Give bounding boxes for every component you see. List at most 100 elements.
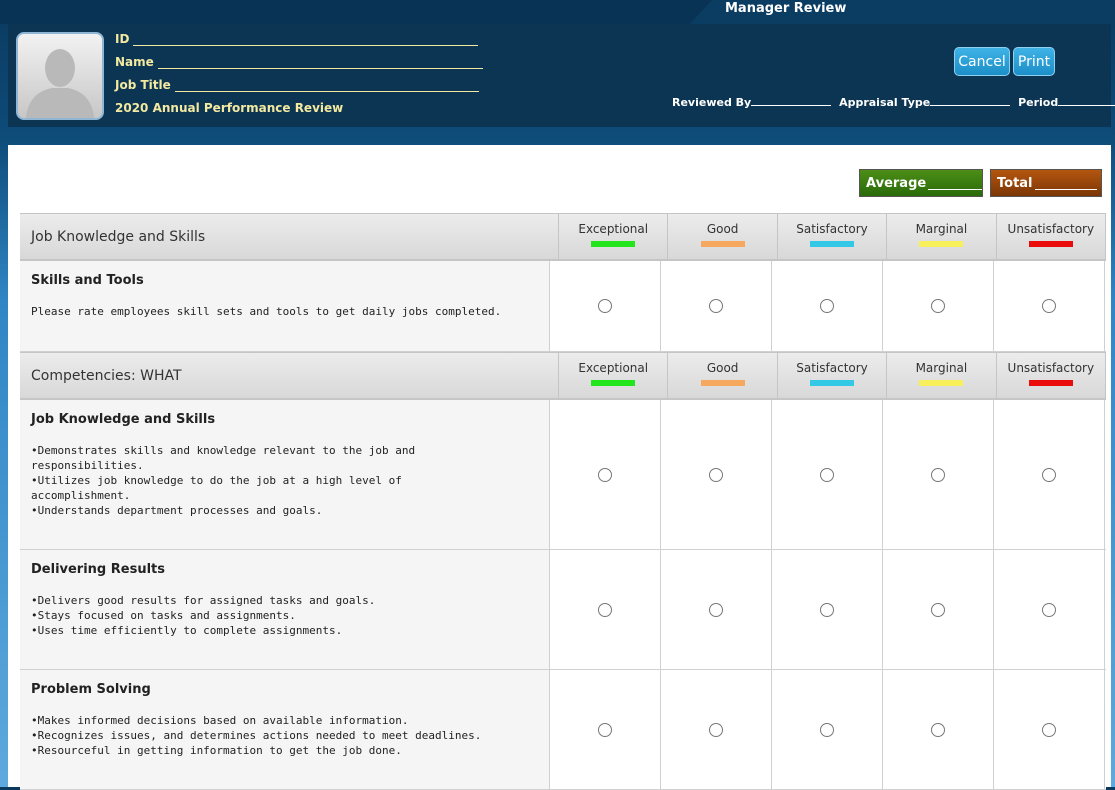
rating-header-satisfactory: Satisfactory — [778, 214, 888, 259]
rating-header-unsatisfactory: Unsatisfactory — [997, 353, 1106, 398]
profile-fields: ID Name Job Title 2020 Annual Performanc… — [115, 32, 483, 124]
criterion-description: Job Knowledge and Skills •Demonstrates sk… — [20, 400, 550, 549]
rating-cell — [661, 261, 772, 351]
rating-label: Good — [706, 222, 739, 236]
section-header-row: Competencies: WHAT Exceptional Good Satisfa… — [20, 352, 1106, 400]
rating-cell — [550, 670, 661, 789]
rating-color-bar — [591, 241, 636, 247]
rating-radio-unsatisfactory[interactable] — [1042, 602, 1056, 617]
rating-grid: Job Knowledge and Skills Exceptional Good S… — [20, 213, 1106, 790]
job-title-value-line — [174, 78, 479, 92]
rating-header-satisfactory: Satisfactory — [778, 353, 888, 398]
avatar — [16, 32, 104, 120]
rating-radio-marginal[interactable] — [931, 722, 945, 737]
rating-label: Unsatisfactory — [1007, 222, 1095, 236]
id-label: ID — [115, 32, 130, 46]
criterion-description: Skills and Tools Please rate employees sk… — [20, 261, 550, 351]
rating-label: Exceptional — [578, 222, 649, 236]
rating-cell — [661, 550, 772, 669]
rating-header-good: Good — [668, 353, 778, 398]
rating-color-bar — [810, 380, 855, 386]
criterion-text: Please rate employees skill sets and too… — [31, 305, 502, 318]
rating-label: Marginal — [915, 361, 968, 375]
job-title-field: Job Title — [115, 78, 483, 101]
window-title: Manager Review — [725, 1, 847, 16]
rating-color-bar — [919, 380, 964, 386]
rating-radio-unsatisfactory[interactable] — [1042, 467, 1056, 482]
rating-radio-unsatisfactory[interactable] — [1042, 299, 1056, 313]
rating-cell — [550, 400, 661, 549]
rating-radio-satisfactory[interactable] — [820, 602, 834, 617]
section-header-row: Job Knowledge and Skills Exceptional Good S… — [20, 213, 1106, 261]
rating-radio-good[interactable] — [709, 602, 723, 617]
rating-cell — [994, 400, 1105, 549]
criterion-text: •Demonstrates skills and knowledge relev… — [31, 444, 416, 517]
rating-cell — [772, 400, 883, 549]
rating-header-marginal: Marginal — [887, 214, 997, 259]
reviewed-by-label: Reviewed By — [672, 96, 752, 109]
name-value-line — [157, 55, 483, 69]
rating-cell — [994, 550, 1105, 669]
review-form-panel: Average Total Job Knowledge and Skills Ex… — [8, 145, 1111, 790]
rating-radio-good[interactable] — [709, 722, 723, 737]
rating-radio-good[interactable] — [709, 467, 723, 482]
rating-cell — [883, 550, 994, 669]
rating-radio-exceptional[interactable] — [598, 602, 612, 617]
rating-color-bar — [700, 380, 745, 386]
reviewed-by-line — [751, 94, 832, 106]
rating-cell — [994, 261, 1105, 351]
criterion-title: Skills and Tools — [31, 273, 144, 288]
rating-radio-marginal[interactable] — [931, 299, 945, 313]
appraisal-type-label: Appraisal Type — [839, 96, 931, 109]
rating-cell — [883, 400, 994, 549]
job-title-label: Job Title — [115, 78, 171, 92]
rating-radio-satisfactory[interactable] — [820, 299, 834, 313]
rating-cell — [883, 670, 994, 789]
criterion-title: Problem Solving — [31, 682, 151, 697]
average-label: Average — [866, 175, 927, 191]
rating-cell — [883, 261, 994, 351]
average-value-line — [928, 177, 982, 190]
person-silhouette-icon — [26, 49, 94, 118]
name-field: Name — [115, 55, 483, 78]
cancel-button[interactable]: Cancel — [954, 47, 1010, 76]
id-value-line — [133, 32, 479, 46]
criterion-row: Problem Solving •Makes informed decisions… — [20, 670, 1106, 790]
rating-radio-exceptional[interactable] — [598, 467, 612, 482]
review-title: 2020 Annual Performance Review — [115, 101, 483, 124]
section-title: Competencies: WHAT — [20, 353, 560, 398]
rating-cell — [772, 550, 883, 669]
rating-cell — [994, 670, 1105, 789]
rating-radio-marginal[interactable] — [931, 467, 945, 482]
rating-color-bar — [810, 241, 855, 247]
criterion-row: Skills and Tools Please rate employees sk… — [20, 261, 1106, 352]
rating-label: Marginal — [915, 222, 968, 236]
rating-color-bar — [919, 241, 964, 247]
id-field: ID — [115, 32, 483, 55]
rating-cell — [661, 670, 772, 789]
rating-header-unsatisfactory: Unsatisfactory — [997, 214, 1106, 259]
print-button[interactable]: Print — [1013, 47, 1055, 76]
rating-radio-satisfactory[interactable] — [820, 467, 834, 482]
rating-radio-good[interactable] — [709, 299, 723, 313]
rating-cell — [772, 261, 883, 351]
section-title: Job Knowledge and Skills — [20, 214, 560, 259]
rating-radio-unsatisfactory[interactable] — [1042, 722, 1056, 737]
rating-radio-marginal[interactable] — [931, 602, 945, 617]
review-title-text: 2020 Annual Performance Review — [115, 101, 344, 115]
profile-header: ID Name Job Title 2020 Annual Performanc… — [8, 24, 1115, 127]
criterion-text: •Makes informed decisions based on avail… — [31, 714, 482, 757]
rating-radio-exceptional[interactable] — [598, 299, 612, 313]
period-line — [1058, 94, 1115, 106]
rating-label: Satisfactory — [796, 222, 868, 236]
criterion-description: Problem Solving •Makes informed decisions… — [20, 670, 550, 789]
total-value-line — [1034, 177, 1097, 190]
criterion-title: Delivering Results — [31, 562, 165, 577]
total-badge: Total — [990, 169, 1102, 197]
criterion-title: Job Knowledge and Skills — [31, 412, 216, 427]
criterion-row: Delivering Results •Delivers good results… — [20, 550, 1106, 670]
rating-label: Exceptional — [578, 361, 649, 375]
rating-color-bar — [591, 380, 636, 386]
rating-radio-satisfactory[interactable] — [820, 722, 834, 737]
rating-radio-exceptional[interactable] — [598, 722, 612, 737]
